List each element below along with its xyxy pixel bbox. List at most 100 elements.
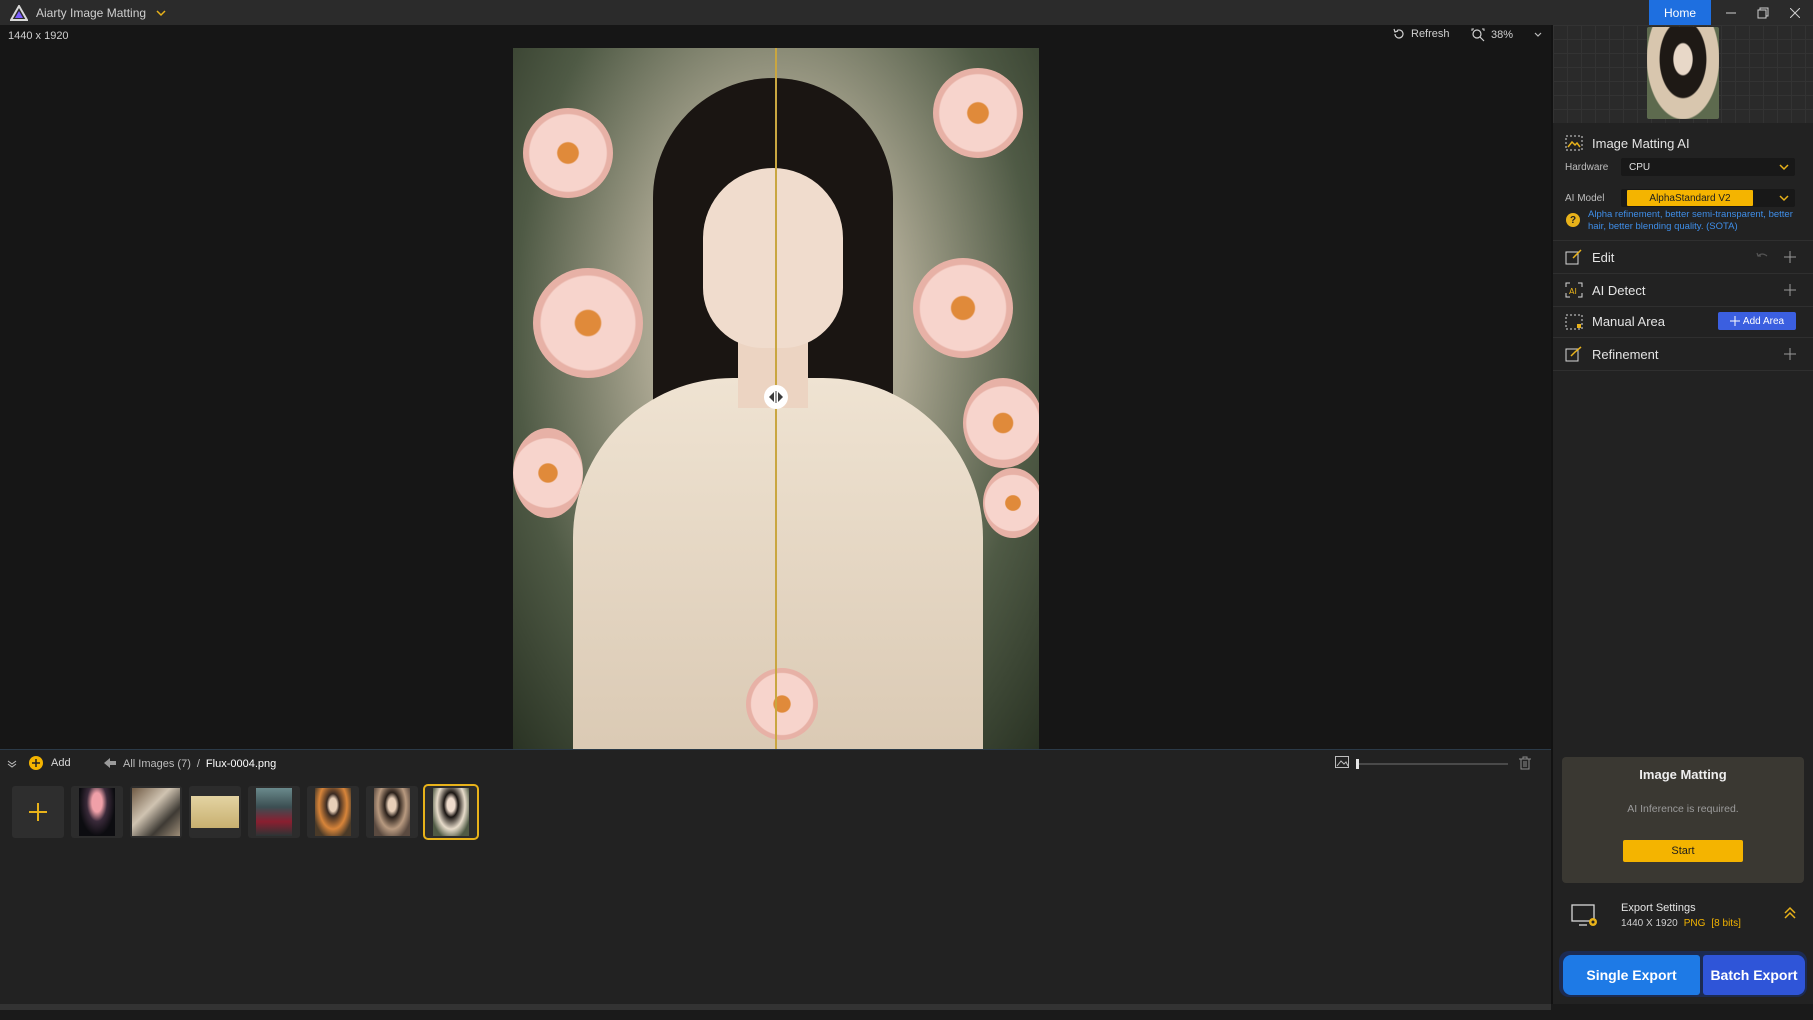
zoom-level: 38% [1491,29,1514,41]
manual-area-label: Manual Area [1592,314,1665,329]
batch-export-button[interactable]: Batch Export [1703,955,1805,995]
image-preview[interactable] [513,48,1039,749]
ai-detect-icon: AI [1565,282,1583,298]
add-area-label: Add Area [1742,315,1785,327]
expand-plus-icon[interactable] [1784,251,1796,263]
single-export-button[interactable]: Single Export [1563,955,1700,995]
image-matting-card: Image Matting AI Inference is required. … [1562,757,1804,883]
plus-icon [29,803,47,821]
collapse-chevron-icon[interactable] [7,759,17,769]
subject-face [703,168,843,348]
add-area-button[interactable]: Add Area [1718,312,1796,330]
chevron-down-icon[interactable] [1533,30,1543,40]
thumbnail-item[interactable] [71,786,123,838]
flowers-thumb-image [315,788,351,836]
preview-thumbnail [1647,27,1719,119]
thumbnail-item[interactable] [189,786,241,838]
export-settings[interactable]: Export Settings 1440 X 1920 PNG [8 bits] [1553,891,1813,947]
app-title: Aiarty Image Matting [36,5,147,20]
section-divider [1553,370,1813,371]
breadcrumb: All Images (7) / Flux-0004.png [123,758,276,770]
thumbnail-item[interactable] [130,786,182,838]
breadcrumb-separator: / [196,758,200,770]
compare-split-handle[interactable] [764,385,788,409]
minimize-icon [1726,12,1736,13]
hardware-value: CPU [1629,161,1651,173]
slider-handle[interactable] [1356,759,1359,769]
export-dimensions: 1440 X 1920 [1621,918,1678,929]
thumbnail-item[interactable] [307,786,359,838]
thumbnail-size-slider[interactable] [1356,759,1508,769]
refinement-icon [1565,346,1582,362]
horizontal-scrollbar[interactable] [0,1004,1551,1010]
close-icon [1790,7,1800,18]
add-image-thumb[interactable] [12,786,64,838]
back-arrow-icon[interactable] [104,758,116,768]
add-images-button[interactable]: Add [29,756,71,770]
flower-decoration [983,468,1039,538]
thumb-size-toggle[interactable] [1335,756,1349,768]
matting-card-subtitle: AI Inference is required. [1627,803,1739,815]
expand-plus-icon[interactable] [1784,348,1796,360]
refinement-label: Refinement [1592,346,1659,362]
export-format: PNG [1683,918,1706,929]
thumbnail-item[interactable] [248,786,300,838]
breadcrumb-current: Flux-0004.png [205,758,277,770]
question-icon: ? [1566,213,1580,227]
image-dimensions: 1440 x 1920 [8,30,69,42]
breadcrumb-all-images[interactable]: All Images (7) [123,758,191,770]
export-bit-depth: [8 bits] [1711,918,1741,929]
home-tab[interactable]: Home [1649,0,1711,25]
canvas-area[interactable]: 1440 x 1920 Refresh 38% [0,25,1551,749]
restore-button[interactable] [1748,0,1778,25]
chevron-up-icon[interactable] [1783,906,1797,920]
image-size-icon [1335,756,1349,768]
plus-circle-icon [29,756,43,770]
refinement-section[interactable]: Refinement [1553,338,1813,370]
ai-detect-section[interactable]: AI AI Detect [1553,274,1813,306]
thumbnail-item[interactable] [366,786,418,838]
right-panel: Image Matting AI Hardware CPU AI Model A… [1553,25,1813,1004]
thumbnail-list [12,784,479,840]
minimize-button[interactable] [1716,0,1746,25]
manual-area-icon [1565,314,1583,329]
ai-detect-label: AI Detect [1592,282,1646,298]
undo-icon[interactable] [1755,251,1769,263]
flower-decoration [963,378,1039,468]
flower-decoration [533,268,643,378]
app-logo-icon [10,4,28,21]
chevron-down-icon [1779,164,1789,171]
jellyfish-thumb-image [79,788,115,836]
split-arrows-icon [769,391,783,403]
portrait-thumb-image [374,788,410,836]
close-button[interactable] [1780,0,1810,25]
flower-decoration [746,668,818,740]
thumbnail-item-selected[interactable] [423,784,479,840]
add-label: Add [51,757,71,769]
flower-decoration [523,108,613,198]
hardware-select[interactable]: CPU [1621,158,1795,176]
flower-decoration [913,258,1013,358]
trash-icon[interactable] [1519,756,1531,770]
start-button[interactable]: Start [1623,840,1743,862]
edit-section[interactable]: Edit [1553,241,1813,273]
zoom-fit-icon [1471,28,1485,42]
peonies-thumb-image [433,788,469,836]
ai-model-value[interactable]: AlphaStandard V2 [1627,190,1753,206]
filmstrip-header: Add All Images (7) / Flux-0004.png [0,750,1551,778]
ai-model-label: AI Model [1565,193,1605,204]
matting-card-title: Image Matting [1639,767,1727,782]
flower-decoration [513,428,583,518]
refresh-icon [1393,28,1404,39]
chevron-down-icon[interactable] [156,8,166,18]
filmstrip: Add All Images (7) / Flux-0004.png [0,750,1551,1004]
bicycle-thumb-image [191,796,239,828]
refresh-button[interactable]: Refresh [1393,28,1450,40]
zoom-control[interactable]: 38% [1471,28,1543,42]
matting-ai-title: Image Matting AI [1592,135,1690,151]
edit-icon [1565,249,1582,265]
image-matting-icon [1565,135,1583,151]
expand-plus-icon[interactable] [1784,284,1796,296]
title-bar: Aiarty Image Matting Home [0,0,1813,25]
refresh-label: Refresh [1411,28,1450,40]
